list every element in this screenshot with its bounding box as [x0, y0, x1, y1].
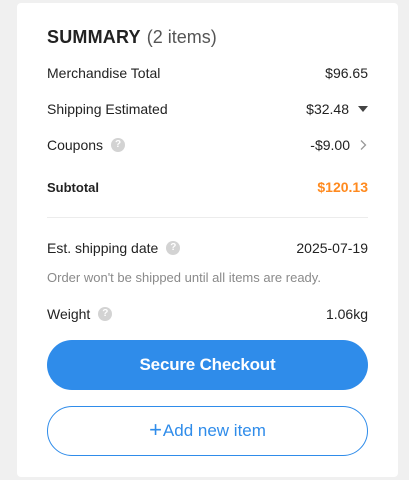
plus-icon: +	[149, 417, 162, 442]
merchandise-total-label: Merchandise Total	[47, 65, 161, 81]
secure-checkout-button[interactable]: Secure Checkout	[47, 340, 368, 390]
caret-down-icon[interactable]	[358, 106, 368, 112]
chevron-right-icon[interactable]	[358, 139, 368, 151]
summary-item-count: (2 items)	[146, 26, 217, 47]
shipping-estimated-value: $32.48	[306, 101, 349, 117]
weight-row: Weight ? 1.06kg	[47, 304, 368, 324]
subtotal-row: Subtotal $120.13	[47, 177, 368, 197]
help-icon[interactable]: ?	[98, 307, 113, 321]
merchandise-total-row: Merchandise Total $96.65	[47, 63, 368, 83]
weight-label: Weight	[47, 306, 91, 322]
shipping-estimated-label: Shipping Estimated	[47, 101, 168, 117]
summary-title: SUMMARY	[47, 26, 141, 47]
add-new-item-label: Add new item	[162, 421, 266, 440]
est-shipping-date-label: Est. shipping date	[47, 240, 159, 256]
est-shipping-date-value: 2025-07-19	[296, 240, 368, 256]
shipping-selector[interactable]: $32.48	[306, 101, 368, 117]
help-icon[interactable]: ?	[111, 138, 126, 152]
summary-header: SUMMARY (2 items)	[47, 25, 368, 49]
divider	[47, 217, 368, 218]
order-summary-card: SUMMARY (2 items) Merchandise Total $96.…	[17, 3, 398, 477]
secure-checkout-label: Secure Checkout	[139, 355, 276, 374]
subtotal-value: $120.13	[317, 179, 368, 195]
add-new-item-button[interactable]: + Add new item	[47, 406, 368, 456]
subtotal-label: Subtotal	[47, 179, 99, 195]
coupons-label: Coupons	[47, 137, 104, 153]
shipping-estimated-row: Shipping Estimated $32.48	[47, 99, 368, 119]
coupons-value: -$9.00	[310, 137, 350, 153]
est-shipping-date-row: Est. shipping date ? 2025-07-19	[47, 238, 368, 258]
coupons-row[interactable]: Coupons ? -$9.00	[47, 135, 368, 155]
help-icon[interactable]: ?	[166, 241, 181, 255]
weight-value: 1.06kg	[325, 306, 368, 322]
merchandise-total-value: $96.65	[325, 65, 368, 81]
shipping-note: Order won't be shipped until all items a…	[47, 270, 321, 285]
